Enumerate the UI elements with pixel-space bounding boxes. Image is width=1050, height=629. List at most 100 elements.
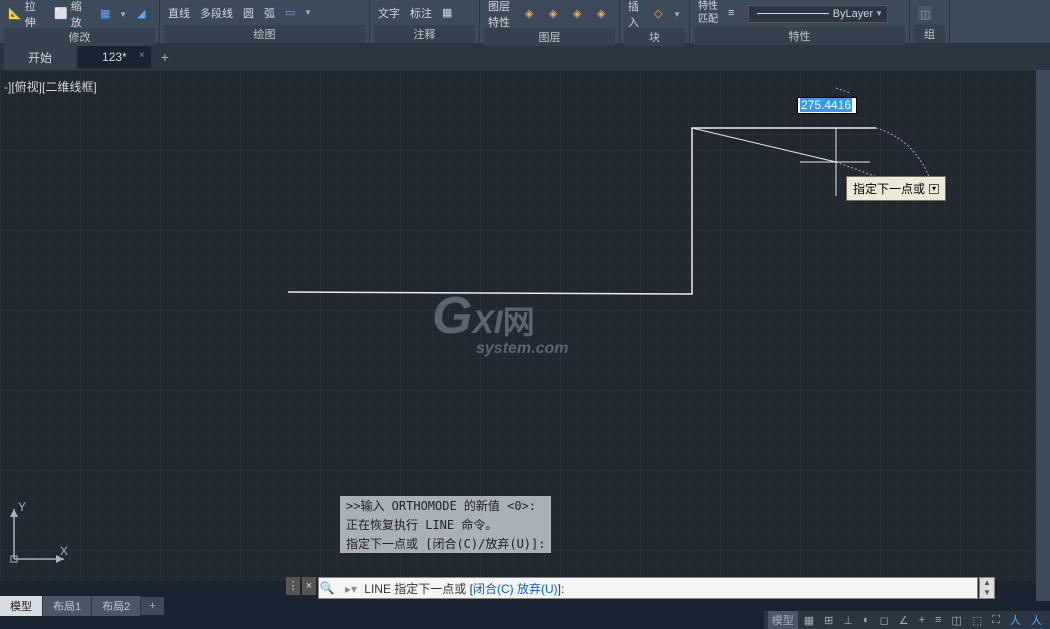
cmd-undo-opt[interactable]: 放弃(U) xyxy=(517,582,558,596)
group-button[interactable]: ◫ xyxy=(914,4,936,22)
status-anno[interactable]: 人 xyxy=(1006,611,1025,629)
layer-props-label: 图层特性 xyxy=(488,0,515,30)
lineweight-button[interactable]: ≡ xyxy=(724,5,746,23)
status-tpy[interactable]: ◫ xyxy=(947,613,965,628)
cmd-scroll-up[interactable]: ▲ xyxy=(980,578,994,588)
ribbon-toolbar: 📐拉伸 ⬜缩放 ▦▼ ◢ 修改 直线 多段线 圆 弧 ▭▼ 绘图 文字 标注 ▦… xyxy=(0,0,1050,44)
panel-group-title[interactable]: 组 xyxy=(914,25,945,43)
panel-modify: 📐拉伸 ⬜缩放 ▦▼ ◢ 修改 xyxy=(0,0,160,43)
polyline-button[interactable]: 多段线 xyxy=(196,3,237,23)
status-sc[interactable]: ⛶ xyxy=(988,613,1004,628)
vertical-scrollbar[interactable] xyxy=(1036,70,1050,601)
tab-doc[interactable]: 123* × xyxy=(78,46,151,68)
status-model[interactable]: 模型 xyxy=(768,611,798,629)
status-anno2[interactable]: 人 xyxy=(1027,611,1046,629)
layer-tool4[interactable]: ◈ xyxy=(593,5,615,23)
linetype-dropdown[interactable]: ByLayer ▼ xyxy=(748,5,888,23)
status-osnap[interactable]: ◻ xyxy=(876,613,893,628)
layout-add-button[interactable]: + xyxy=(141,598,163,614)
cmd-close-opt[interactable]: 闭合(C) xyxy=(473,582,514,596)
polyline-label: 多段线 xyxy=(200,5,233,21)
tick-line xyxy=(836,88,850,93)
cmd-x-button[interactable]: × xyxy=(302,577,316,595)
cmd-search-icon[interactable]: 🔍 xyxy=(319,581,335,595)
panel-annotate-title[interactable]: 注释 xyxy=(374,25,475,43)
array-icon: ▦ xyxy=(100,7,114,21)
layer-icon1: ◈ xyxy=(525,7,539,21)
stretch-icon: 📐 xyxy=(8,7,22,21)
status-otrack[interactable]: ∠ xyxy=(895,613,913,628)
status-ortho[interactable]: ⊥ xyxy=(839,613,857,628)
status-lwt[interactable]: ≡ xyxy=(931,613,945,627)
viewport-label[interactable]: -][俯视][二维线框] xyxy=(4,78,97,95)
layer-icon4: ◈ xyxy=(597,7,611,21)
cmd-scroll: ▲ ▼ xyxy=(979,577,995,599)
tooltip-text: 指定下一点或 xyxy=(853,180,925,197)
cmd-suffix: ]: xyxy=(558,582,565,596)
block-tool[interactable]: ◇▼ xyxy=(650,5,685,23)
ucs-y-label: Y xyxy=(18,500,26,514)
match-props-button[interactable]: 特性匹配 xyxy=(694,0,722,27)
tooltip-menu-icon[interactable]: ▾ xyxy=(929,184,939,194)
dim-label: 标注 xyxy=(410,5,432,21)
arc-button[interactable]: 弧 xyxy=(260,3,279,23)
text-button[interactable]: 文字 xyxy=(374,3,404,23)
angle-arc xyxy=(876,128,930,180)
table-icon: ▦ xyxy=(442,6,456,20)
rubber-band-line xyxy=(692,128,836,162)
block-icon: ◇ xyxy=(654,7,668,21)
rect-icon: ▭ xyxy=(285,6,299,20)
layout-tab-1[interactable]: 布局1 xyxy=(43,596,92,616)
array-button[interactable]: ▦▼ xyxy=(96,5,131,23)
dimension-value: 275.4416 xyxy=(800,98,852,112)
cmd-scroll-down[interactable]: ▼ xyxy=(980,588,994,598)
history-line-3: 指定下一点或 [闭合(C)/放弃(U)]: xyxy=(340,534,551,553)
panel-props-title[interactable]: 特性 xyxy=(694,27,905,45)
layer-tool2[interactable]: ◈ xyxy=(545,5,567,23)
panel-draw-title[interactable]: 绘图 xyxy=(164,25,365,43)
layout-tab-2[interactable]: 布局2 xyxy=(92,596,141,616)
chevron-down-icon: ▼ xyxy=(875,9,883,18)
cmd-close-button[interactable]: ⋮ xyxy=(286,577,300,595)
modify-icon: ◢ xyxy=(137,7,151,21)
tab-start-label: 开始 xyxy=(28,51,52,65)
status-dyn[interactable]: + xyxy=(915,613,929,627)
line-button[interactable]: 直线 xyxy=(164,3,194,23)
dim-button[interactable]: 标注 xyxy=(406,3,436,23)
cmd-text1: 指定下一点或 [ xyxy=(391,582,473,596)
status-polar[interactable]: ◐ xyxy=(859,613,874,627)
status-snap[interactable]: ⊞ xyxy=(820,613,837,628)
command-line[interactable]: 🔍 ▸▾ LINE 指定下一点或 [闭合(C) 放弃(U)]: xyxy=(318,577,978,599)
layer-icon2: ◈ xyxy=(549,7,563,21)
tab-doc-label: 123* xyxy=(102,50,127,64)
panel-block: 插入 ◇▼ 块 xyxy=(620,0,690,43)
insert-label: 插入 xyxy=(628,0,644,30)
status-bar: 模型 ▦ ⊞ ⊥ ◐ ◻ ∠ + ≡ ◫ ⬚ ⛶ 人 人 xyxy=(764,611,1050,629)
tab-add-button[interactable]: + xyxy=(153,47,177,67)
panel-annotate: 文字 标注 ▦ 注释 xyxy=(370,0,480,43)
chevron-down-icon: ▼ xyxy=(119,10,127,19)
status-grid[interactable]: ▦ xyxy=(800,613,818,628)
panel-layer-title[interactable]: 图层 xyxy=(484,28,615,46)
table-button[interactable]: ▦ xyxy=(438,4,460,22)
dimension-input[interactable]: 275.4416 xyxy=(797,97,857,114)
layer-tool3[interactable]: ◈ xyxy=(569,5,591,23)
layout-tab-model[interactable]: 模型 xyxy=(0,596,43,616)
status-qp[interactable]: ⬚ xyxy=(968,613,986,628)
panel-modify-title[interactable]: 修改 xyxy=(4,28,155,46)
linetype-preview xyxy=(757,13,829,14)
ucs-icon: Y X xyxy=(4,499,74,569)
modify-tool-button[interactable]: ◢ xyxy=(133,5,155,23)
draw-more-button[interactable]: ▭▼ xyxy=(281,4,316,22)
chevron-down-icon: ▼ xyxy=(304,8,312,17)
tab-close-icon[interactable]: × xyxy=(139,50,145,61)
panel-block-title[interactable]: 块 xyxy=(624,28,685,46)
layer-icon3: ◈ xyxy=(573,7,587,21)
layer-tool1[interactable]: ◈ xyxy=(521,5,543,23)
tab-start[interactable]: 开始 xyxy=(4,45,76,70)
match-label1: 特性 xyxy=(698,2,718,12)
circle-button[interactable]: 圆 xyxy=(239,3,258,23)
layout-tabs: 模型 布局1 布局2 + xyxy=(0,597,164,615)
ucs-x-label: X xyxy=(60,544,68,558)
command-history: >>输入 ORTHOMODE 的新值 <0>: 正在恢复执行 LINE 命令。 … xyxy=(340,496,551,553)
